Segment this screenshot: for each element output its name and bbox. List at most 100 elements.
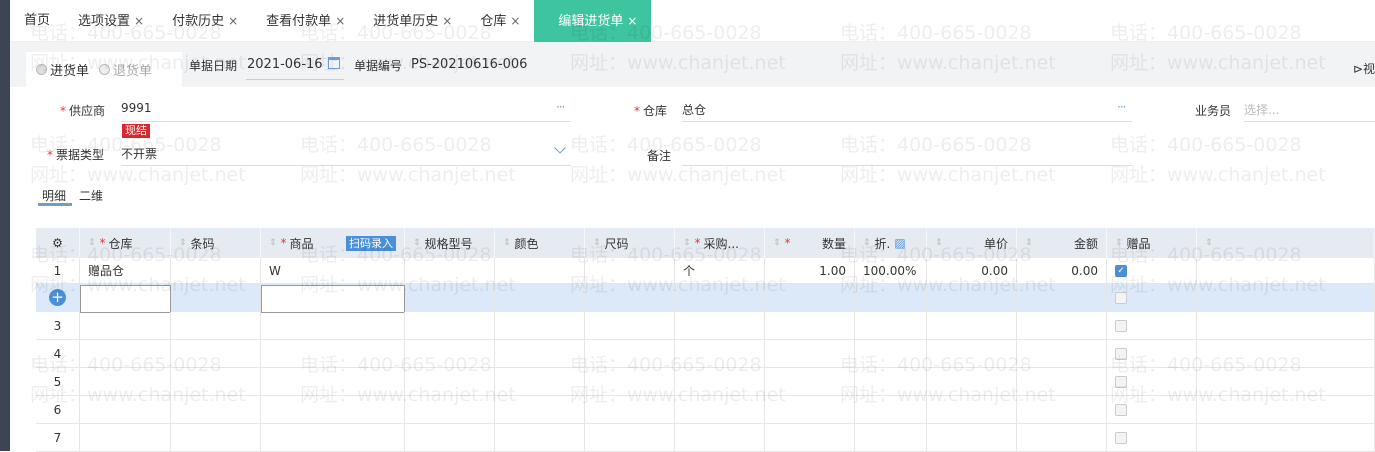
- subtab-detail[interactable]: 明细: [42, 187, 66, 204]
- table-cell[interactable]: 0.00: [1017, 258, 1107, 283]
- header-cell[interactable]: ⇕ * 仓库: [80, 228, 171, 258]
- close-icon[interactable]: ×: [228, 14, 238, 28]
- table-cell[interactable]: [675, 424, 765, 451]
- table-cell[interactable]: [1017, 424, 1107, 451]
- table-cell[interactable]: [585, 396, 675, 423]
- table-cell[interactable]: 6: [36, 396, 80, 423]
- table-cell[interactable]: 1: [36, 258, 80, 283]
- table-row[interactable]: 7: [36, 424, 1375, 452]
- table-cell[interactable]: [675, 312, 765, 339]
- gift-checkbox[interactable]: [1115, 375, 1127, 388]
- table-cell[interactable]: [495, 340, 585, 367]
- table-cell[interactable]: [927, 312, 1017, 339]
- table-cell[interactable]: 赠品仓: [80, 258, 171, 283]
- table-cell[interactable]: [405, 424, 495, 451]
- table-cell[interactable]: [585, 258, 675, 283]
- table-cell[interactable]: [585, 340, 675, 367]
- tab-5[interactable]: 仓库 ×: [466, 0, 534, 42]
- sort-icon[interactable]: ⇕: [1025, 238, 1033, 248]
- header-cell[interactable]: ⇕ 规格型号: [405, 228, 495, 258]
- sort-icon[interactable]: ⇕: [683, 238, 691, 248]
- warehouse-edit-input[interactable]: [80, 285, 171, 313]
- table-cell[interactable]: [855, 368, 927, 395]
- table-cell[interactable]: [261, 368, 405, 395]
- salesman-select[interactable]: 选择...: [1244, 101, 1279, 118]
- table-cell[interactable]: [171, 396, 261, 423]
- subtab-matrix[interactable]: 二维: [79, 187, 103, 204]
- table-cell[interactable]: [585, 424, 675, 451]
- table-cell[interactable]: [405, 258, 495, 283]
- table-row[interactable]: 3: [36, 312, 1375, 340]
- table-cell[interactable]: [495, 284, 585, 311]
- table-cell[interactable]: [1017, 312, 1107, 339]
- calendar-icon[interactable]: [328, 57, 340, 69]
- table-cell[interactable]: [675, 396, 765, 423]
- table-cell[interactable]: [675, 340, 765, 367]
- header-cell[interactable]: ⇕ 单价: [927, 228, 1017, 258]
- table-cell[interactable]: [171, 368, 261, 395]
- tab-3[interactable]: 查看付款单 ×: [252, 0, 359, 42]
- table-row[interactable]: +: [36, 284, 1375, 312]
- sort-icon[interactable]: ⇕: [863, 238, 871, 248]
- table-cell[interactable]: [261, 312, 405, 339]
- header-cell[interactable]: ⇕ 折. ▨: [855, 228, 927, 258]
- table-cell[interactable]: [855, 312, 927, 339]
- scan-entry-button[interactable]: 扫码录入: [346, 235, 396, 251]
- table-cell[interactable]: [927, 424, 1017, 451]
- table-cell[interactable]: 0.00: [927, 258, 1017, 283]
- table-cell[interactable]: 5: [36, 368, 80, 395]
- tab-0[interactable]: 首页: [10, 0, 64, 42]
- table-cell[interactable]: [171, 284, 261, 311]
- table-cell[interactable]: 3: [36, 312, 80, 339]
- header-cell[interactable]: ⇕ 尺码: [585, 228, 675, 258]
- table-cell[interactable]: [1017, 284, 1107, 311]
- gift-checkbox[interactable]: [1115, 319, 1127, 332]
- table-cell[interactable]: [1107, 340, 1197, 367]
- gift-checkbox[interactable]: ✓: [1115, 264, 1127, 277]
- table-cell[interactable]: [927, 368, 1017, 395]
- close-icon[interactable]: ×: [335, 14, 345, 28]
- table-cell[interactable]: 100.00%: [855, 258, 927, 283]
- header-cell[interactable]: ⇕ * 商品 扫码录入: [261, 228, 405, 258]
- close-icon[interactable]: ×: [134, 14, 144, 28]
- table-cell[interactable]: [927, 340, 1017, 367]
- table-cell[interactable]: 7: [36, 424, 80, 451]
- sort-icon[interactable]: ⇕: [1205, 238, 1213, 248]
- table-cell[interactable]: [80, 368, 171, 395]
- table-cell[interactable]: [405, 340, 495, 367]
- table-row[interactable]: 4: [36, 340, 1375, 368]
- table-cell[interactable]: [585, 368, 675, 395]
- table-cell[interactable]: [1017, 396, 1107, 423]
- supplier-input[interactable]: 9991: [121, 101, 152, 115]
- table-cell[interactable]: [495, 312, 585, 339]
- gift-checkbox[interactable]: [1115, 291, 1127, 304]
- sort-icon[interactable]: ⇕: [773, 238, 781, 248]
- table-cell[interactable]: [1017, 340, 1107, 367]
- table-cell[interactable]: [1107, 312, 1197, 339]
- table-cell[interactable]: [405, 368, 495, 395]
- table-cell[interactable]: [261, 340, 405, 367]
- sort-icon[interactable]: ⇕: [269, 238, 277, 248]
- header-cell[interactable]: ⇕ 金额: [1017, 228, 1107, 258]
- table-cell[interactable]: [585, 284, 675, 311]
- table-cell[interactable]: [495, 258, 585, 283]
- table-cell[interactable]: [261, 396, 405, 423]
- table-cell[interactable]: [765, 340, 855, 367]
- table-cell[interactable]: [495, 396, 585, 423]
- sort-icon[interactable]: ⇕: [1115, 238, 1123, 248]
- header-cell[interactable]: ⇕: [1197, 228, 1375, 258]
- table-cell[interactable]: [675, 284, 765, 311]
- table-cell[interactable]: [675, 368, 765, 395]
- remark-input[interactable]: [682, 165, 1132, 166]
- radio-return[interactable]: 退货单: [99, 60, 152, 79]
- supplier-more-icon[interactable]: ···: [556, 100, 566, 114]
- table-cell[interactable]: [1017, 368, 1107, 395]
- table-cell[interactable]: [1107, 284, 1197, 311]
- table-cell[interactable]: [405, 312, 495, 339]
- product-edit-input[interactable]: [261, 285, 405, 313]
- table-cell[interactable]: [1107, 368, 1197, 395]
- radio-purchase[interactable]: 进货单: [36, 60, 89, 79]
- add-row-icon[interactable]: +: [49, 289, 66, 306]
- table-cell[interactable]: [171, 424, 261, 451]
- sort-icon[interactable]: ⇕: [413, 238, 421, 248]
